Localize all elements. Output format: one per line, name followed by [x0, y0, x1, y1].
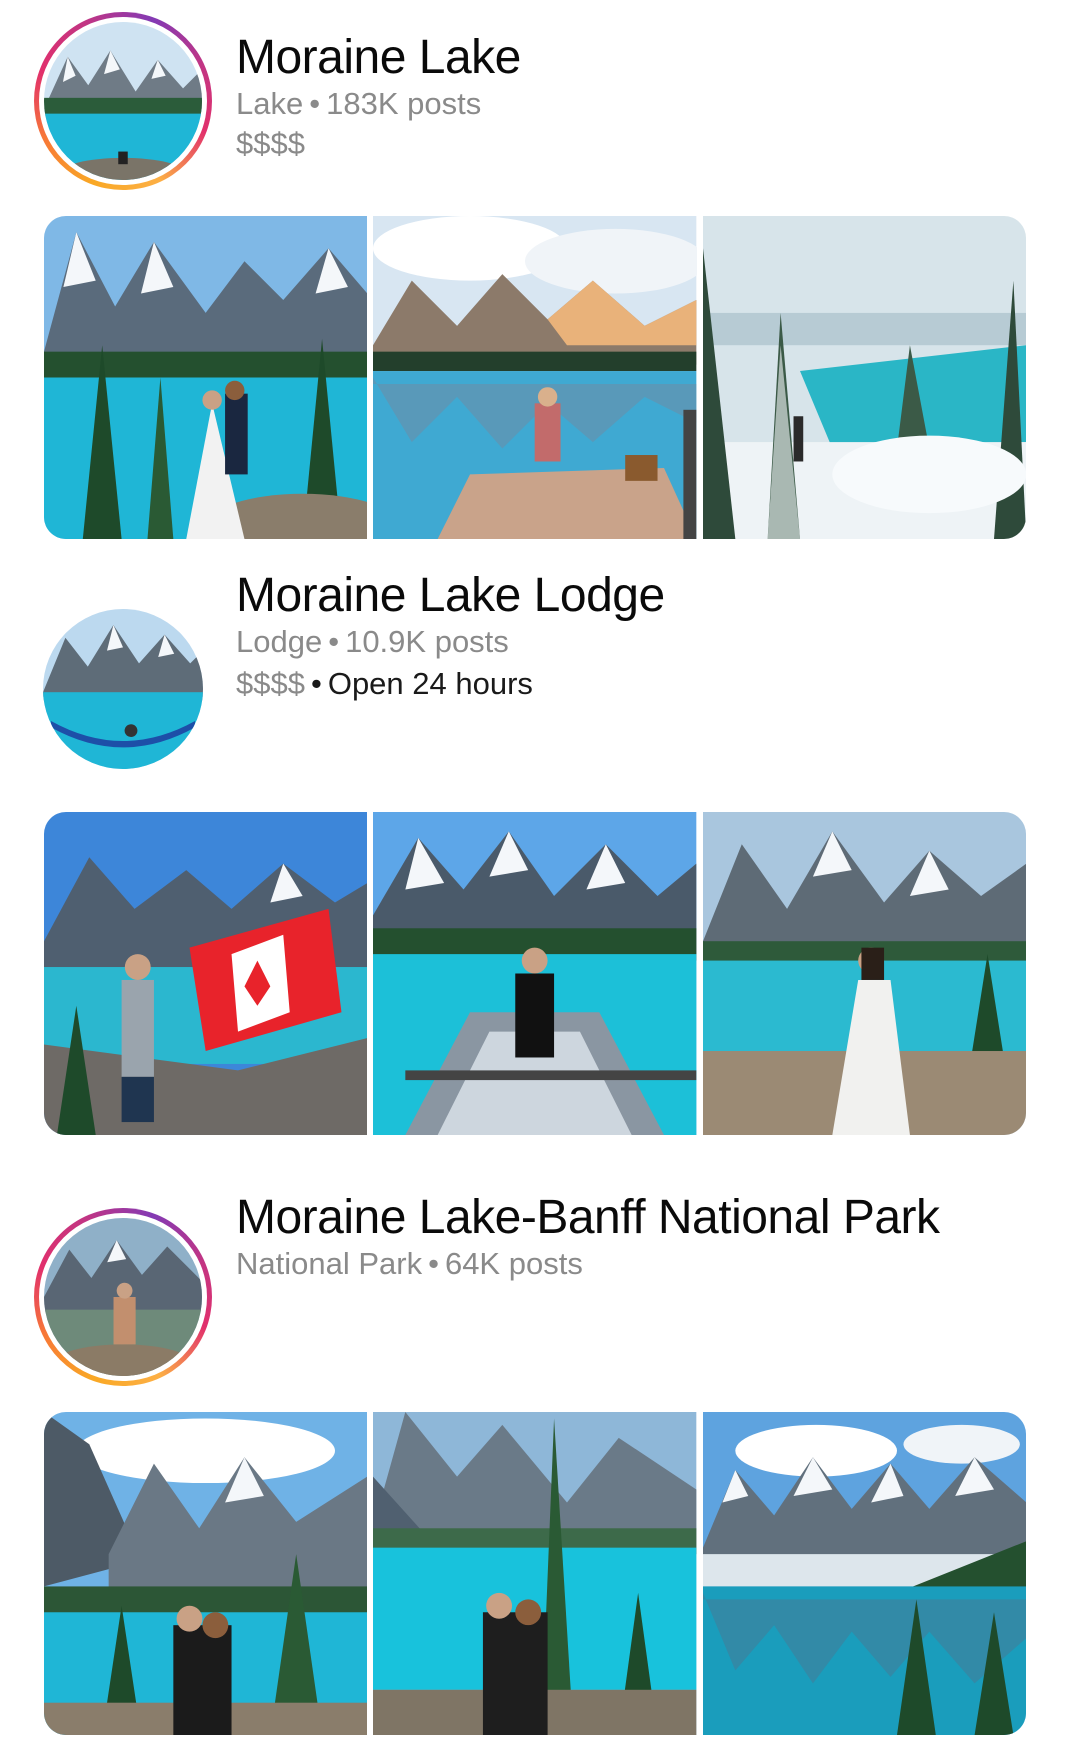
place-meta: National Park • 64K posts — [236, 1246, 583, 1282]
photo-thumbnail[interactable] — [702, 1412, 1026, 1735]
place-category: Lake — [236, 86, 304, 121]
place-avatar-story-ring[interactable] — [34, 1208, 212, 1386]
photo-grid — [44, 812, 1026, 1135]
place-avatar-story-ring[interactable] — [34, 12, 212, 190]
photo-thumbnail[interactable] — [44, 1412, 368, 1735]
place-avatar-image — [44, 22, 202, 180]
meta-separator: • — [309, 86, 321, 121]
photo-thumbnail[interactable] — [702, 812, 1026, 1135]
photo-grid — [44, 216, 1026, 539]
photo-thumbnail[interactable] — [373, 216, 697, 539]
place-hours: Open 24 hours — [327, 666, 533, 701]
place-name[interactable]: Moraine Lake — [236, 30, 521, 85]
place-price-line: $$$$ • Open 24 hours — [236, 666, 533, 702]
meta-separator: • — [310, 666, 322, 701]
photo-thumbnail[interactable] — [373, 812, 697, 1135]
photo-thumbnail[interactable] — [373, 1412, 697, 1735]
place-avatar[interactable] — [34, 600, 212, 778]
place-meta: Lodge • 10.9K posts — [236, 624, 509, 660]
place-avatar-image — [43, 609, 203, 769]
place-name[interactable]: Moraine Lake-Banff National Park — [236, 1190, 940, 1245]
place-post-count: 183K posts — [326, 86, 482, 121]
photo-thumbnail[interactable] — [702, 216, 1026, 539]
meta-separator: • — [328, 624, 340, 659]
photo-thumbnail[interactable] — [44, 216, 368, 539]
place-name[interactable]: Moraine Lake Lodge — [236, 568, 665, 623]
place-post-count: 10.9K posts — [345, 624, 509, 659]
place-price: $$$$ — [236, 666, 305, 701]
place-post-count: 64K posts — [444, 1246, 583, 1281]
place-category: Lodge — [236, 624, 323, 659]
place-price: $$$$ — [236, 126, 305, 161]
photo-grid — [44, 1412, 1026, 1735]
place-price-line: $$$$ — [236, 126, 305, 162]
place-avatar-image — [44, 1218, 202, 1376]
photo-thumbnail[interactable] — [44, 812, 368, 1135]
place-category: National Park — [236, 1246, 423, 1281]
place-meta: Lake • 183K posts — [236, 86, 481, 122]
meta-separator: • — [428, 1246, 439, 1281]
